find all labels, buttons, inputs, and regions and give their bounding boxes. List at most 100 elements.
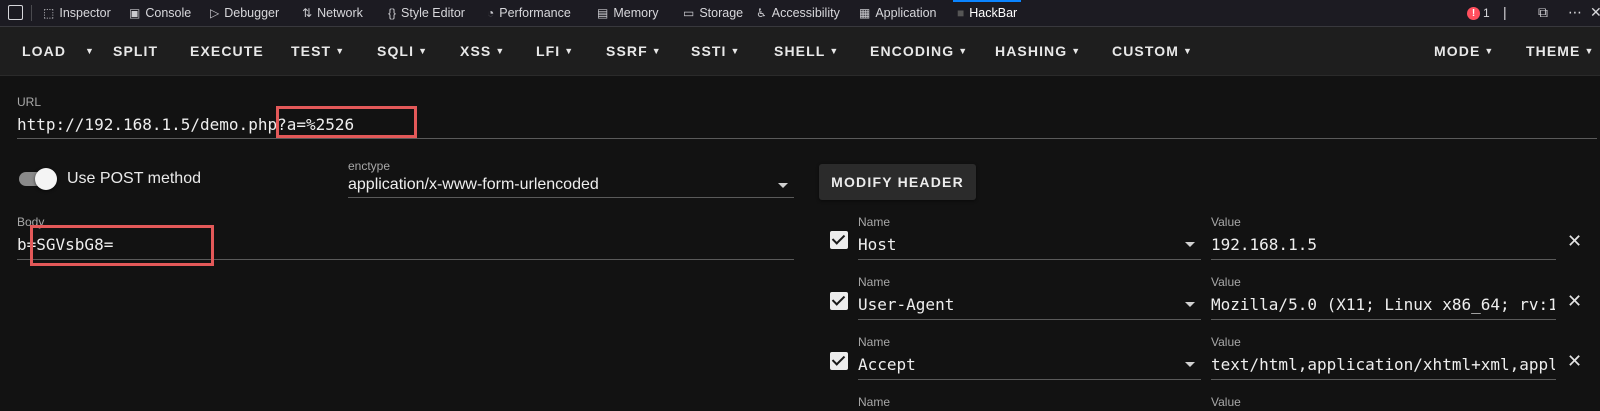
ssti-menu[interactable]: SSTI ▼ xyxy=(691,27,741,75)
chevron-down-icon: ▼ xyxy=(1484,46,1495,56)
mode-menu[interactable]: MODE ▼ xyxy=(1434,27,1494,75)
tab-inspector[interactable]: ⬚ Inspector xyxy=(43,0,111,26)
close-icon[interactable]: ✕ xyxy=(1567,352,1582,370)
execute-button[interactable]: EXECUTE xyxy=(190,27,264,75)
separator-icon: | xyxy=(1503,4,1507,20)
url-label: URL xyxy=(17,95,42,109)
tab-storage[interactable]: ▭ Storage xyxy=(683,0,743,26)
chevron-down-icon xyxy=(778,183,788,188)
header-value-underline xyxy=(1211,259,1556,260)
error-count: 1 xyxy=(1483,6,1490,20)
header-name-underline xyxy=(858,319,1201,320)
hackbar-toolbar: LOAD ▼ SPLIT EXECUTE TEST ▼ SQLI ▼ XSS ▼ LF… xyxy=(0,27,1600,76)
header-value-label: Value xyxy=(1211,215,1241,229)
header-value-input[interactable]: text/html,application/xhtml+xml,appl xyxy=(1211,355,1555,374)
application-icon: ▦ xyxy=(859,6,871,20)
hackbar-icon: ■ xyxy=(957,6,965,20)
tab-style-editor[interactable]: {} Style Editor xyxy=(388,0,465,26)
load-dropdown-button[interactable]: ▼ xyxy=(81,27,95,75)
tab-label: Accessibility xyxy=(771,6,840,20)
chevron-down-icon: ▼ xyxy=(418,46,429,56)
header-name-label: Name xyxy=(858,395,891,409)
chevron-down-icon: ▼ xyxy=(958,46,969,56)
load-button[interactable]: LOAD xyxy=(22,27,66,75)
header-name-label: Name xyxy=(858,335,891,349)
header-name-select[interactable]: Accept xyxy=(858,355,1168,374)
lfi-menu[interactable]: LFI ▼ xyxy=(536,27,574,75)
tab-label: Console xyxy=(145,6,192,20)
header-value-label: Value xyxy=(1211,275,1241,289)
chevron-down-icon: ▼ xyxy=(1183,46,1194,56)
close-icon[interactable]: ✕ xyxy=(1567,292,1582,310)
close-devtools-icon[interactable]: ✕ xyxy=(1590,4,1600,21)
chevron-down-icon: ▼ xyxy=(1071,46,1082,56)
encoding-menu[interactable]: ENCODING ▼ xyxy=(870,27,968,75)
ssrf-menu[interactable]: SSRF ▼ xyxy=(606,27,662,75)
header-name-label: Name xyxy=(858,275,891,289)
tab-network[interactable]: ⇅ Network xyxy=(302,0,363,26)
tab-label: Debugger xyxy=(224,6,280,20)
header-name-select[interactable]: User-Agent xyxy=(858,295,1168,314)
tab-label: Application xyxy=(875,6,937,20)
enctype-select[interactable]: application/x-www-form-urlencoded xyxy=(348,176,768,194)
header-value-label: Value xyxy=(1211,335,1241,349)
tab-label: Style Editor xyxy=(401,6,465,20)
theme-menu[interactable]: THEME ▼ xyxy=(1526,27,1595,75)
split-button[interactable]: SPLIT xyxy=(113,27,158,75)
header-name-select[interactable]: Host xyxy=(858,235,1168,254)
url-input[interactable]: http://192.168.1.5/demo.php?a=%2526 xyxy=(17,115,1587,134)
tab-label: Inspector xyxy=(59,6,111,20)
sqli-menu[interactable]: SQLI ▼ xyxy=(377,27,428,75)
header-checkbox[interactable] xyxy=(830,231,848,249)
enctype-underline xyxy=(348,197,794,198)
tab-hackbar[interactable]: ■ HackBar xyxy=(952,0,1022,26)
chevron-down-icon: ▼ xyxy=(1584,46,1595,56)
chevron-down-icon xyxy=(1185,302,1195,307)
modify-header-button[interactable]: MODIFY HEADER xyxy=(819,164,976,200)
tab-label: Storage xyxy=(699,6,744,20)
header-value-underline xyxy=(1211,319,1556,320)
body-highlight-box xyxy=(30,225,214,266)
tab-console[interactable]: ▣ Console xyxy=(129,0,191,26)
url-underline xyxy=(17,138,1597,139)
chevron-down-icon xyxy=(1185,362,1195,367)
header-checkbox[interactable] xyxy=(830,292,848,310)
chevron-down-icon: ▼ xyxy=(730,46,741,56)
tab-memory[interactable]: ▤ Memory xyxy=(597,0,659,26)
chevron-down-icon: ▼ xyxy=(495,46,506,56)
header-value-label: Value xyxy=(1211,395,1241,409)
more-options-icon[interactable]: ⋯ xyxy=(1568,4,1582,21)
tab-label: HackBar xyxy=(969,6,1018,20)
tab-debugger[interactable]: ▷ Debugger xyxy=(210,0,279,26)
test-menu[interactable]: TEST ▼ xyxy=(291,27,345,75)
close-icon[interactable]: ✕ xyxy=(1567,232,1582,250)
tab-accessibility[interactable]: ♿ Accessibility xyxy=(756,0,840,26)
error-indicator[interactable]: ! 1 xyxy=(1467,6,1490,20)
header-value-input[interactable]: Mozilla/5.0 (X11; Linux x86_64; rv:1 xyxy=(1211,295,1555,314)
query-highlight-box xyxy=(276,106,417,138)
inspector-icon: ⬚ xyxy=(43,6,55,20)
xss-menu[interactable]: XSS ▼ xyxy=(460,27,505,75)
devtools-tab-bar: ⬚ Inspector ▣ Console ▷ Debugger ⇅ Netwo… xyxy=(0,0,1600,27)
performance-icon: ◔ xyxy=(487,6,495,20)
header-name-underline xyxy=(858,379,1201,380)
custom-menu[interactable]: CUSTOM ▼ xyxy=(1112,27,1193,75)
hashing-menu[interactable]: HASHING ▼ xyxy=(995,27,1081,75)
post-toggle-knob[interactable] xyxy=(35,168,57,190)
accessibility-icon: ♿ xyxy=(756,6,767,20)
shell-menu[interactable]: SHELL ▼ xyxy=(774,27,839,75)
tab-label: Network xyxy=(317,6,363,20)
header-name-label: Name xyxy=(858,215,891,229)
storage-icon: ▭ xyxy=(683,6,695,20)
enctype-label: enctype xyxy=(348,159,391,173)
post-toggle-label: Use POST method xyxy=(67,170,201,187)
tab-application[interactable]: ▦ Application xyxy=(859,0,937,26)
header-checkbox[interactable] xyxy=(830,352,848,370)
chevron-down-icon: ▼ xyxy=(651,46,662,56)
responsive-mode-icon[interactable]: ⧉ xyxy=(1538,4,1548,21)
tab-performance[interactable]: ◔ Performance xyxy=(487,0,571,26)
element-picker-icon[interactable] xyxy=(8,5,23,20)
header-value-input[interactable]: 192.168.1.5 xyxy=(1211,235,1555,254)
chevron-down-icon: ▼ xyxy=(564,46,575,56)
console-icon: ▣ xyxy=(129,6,141,20)
